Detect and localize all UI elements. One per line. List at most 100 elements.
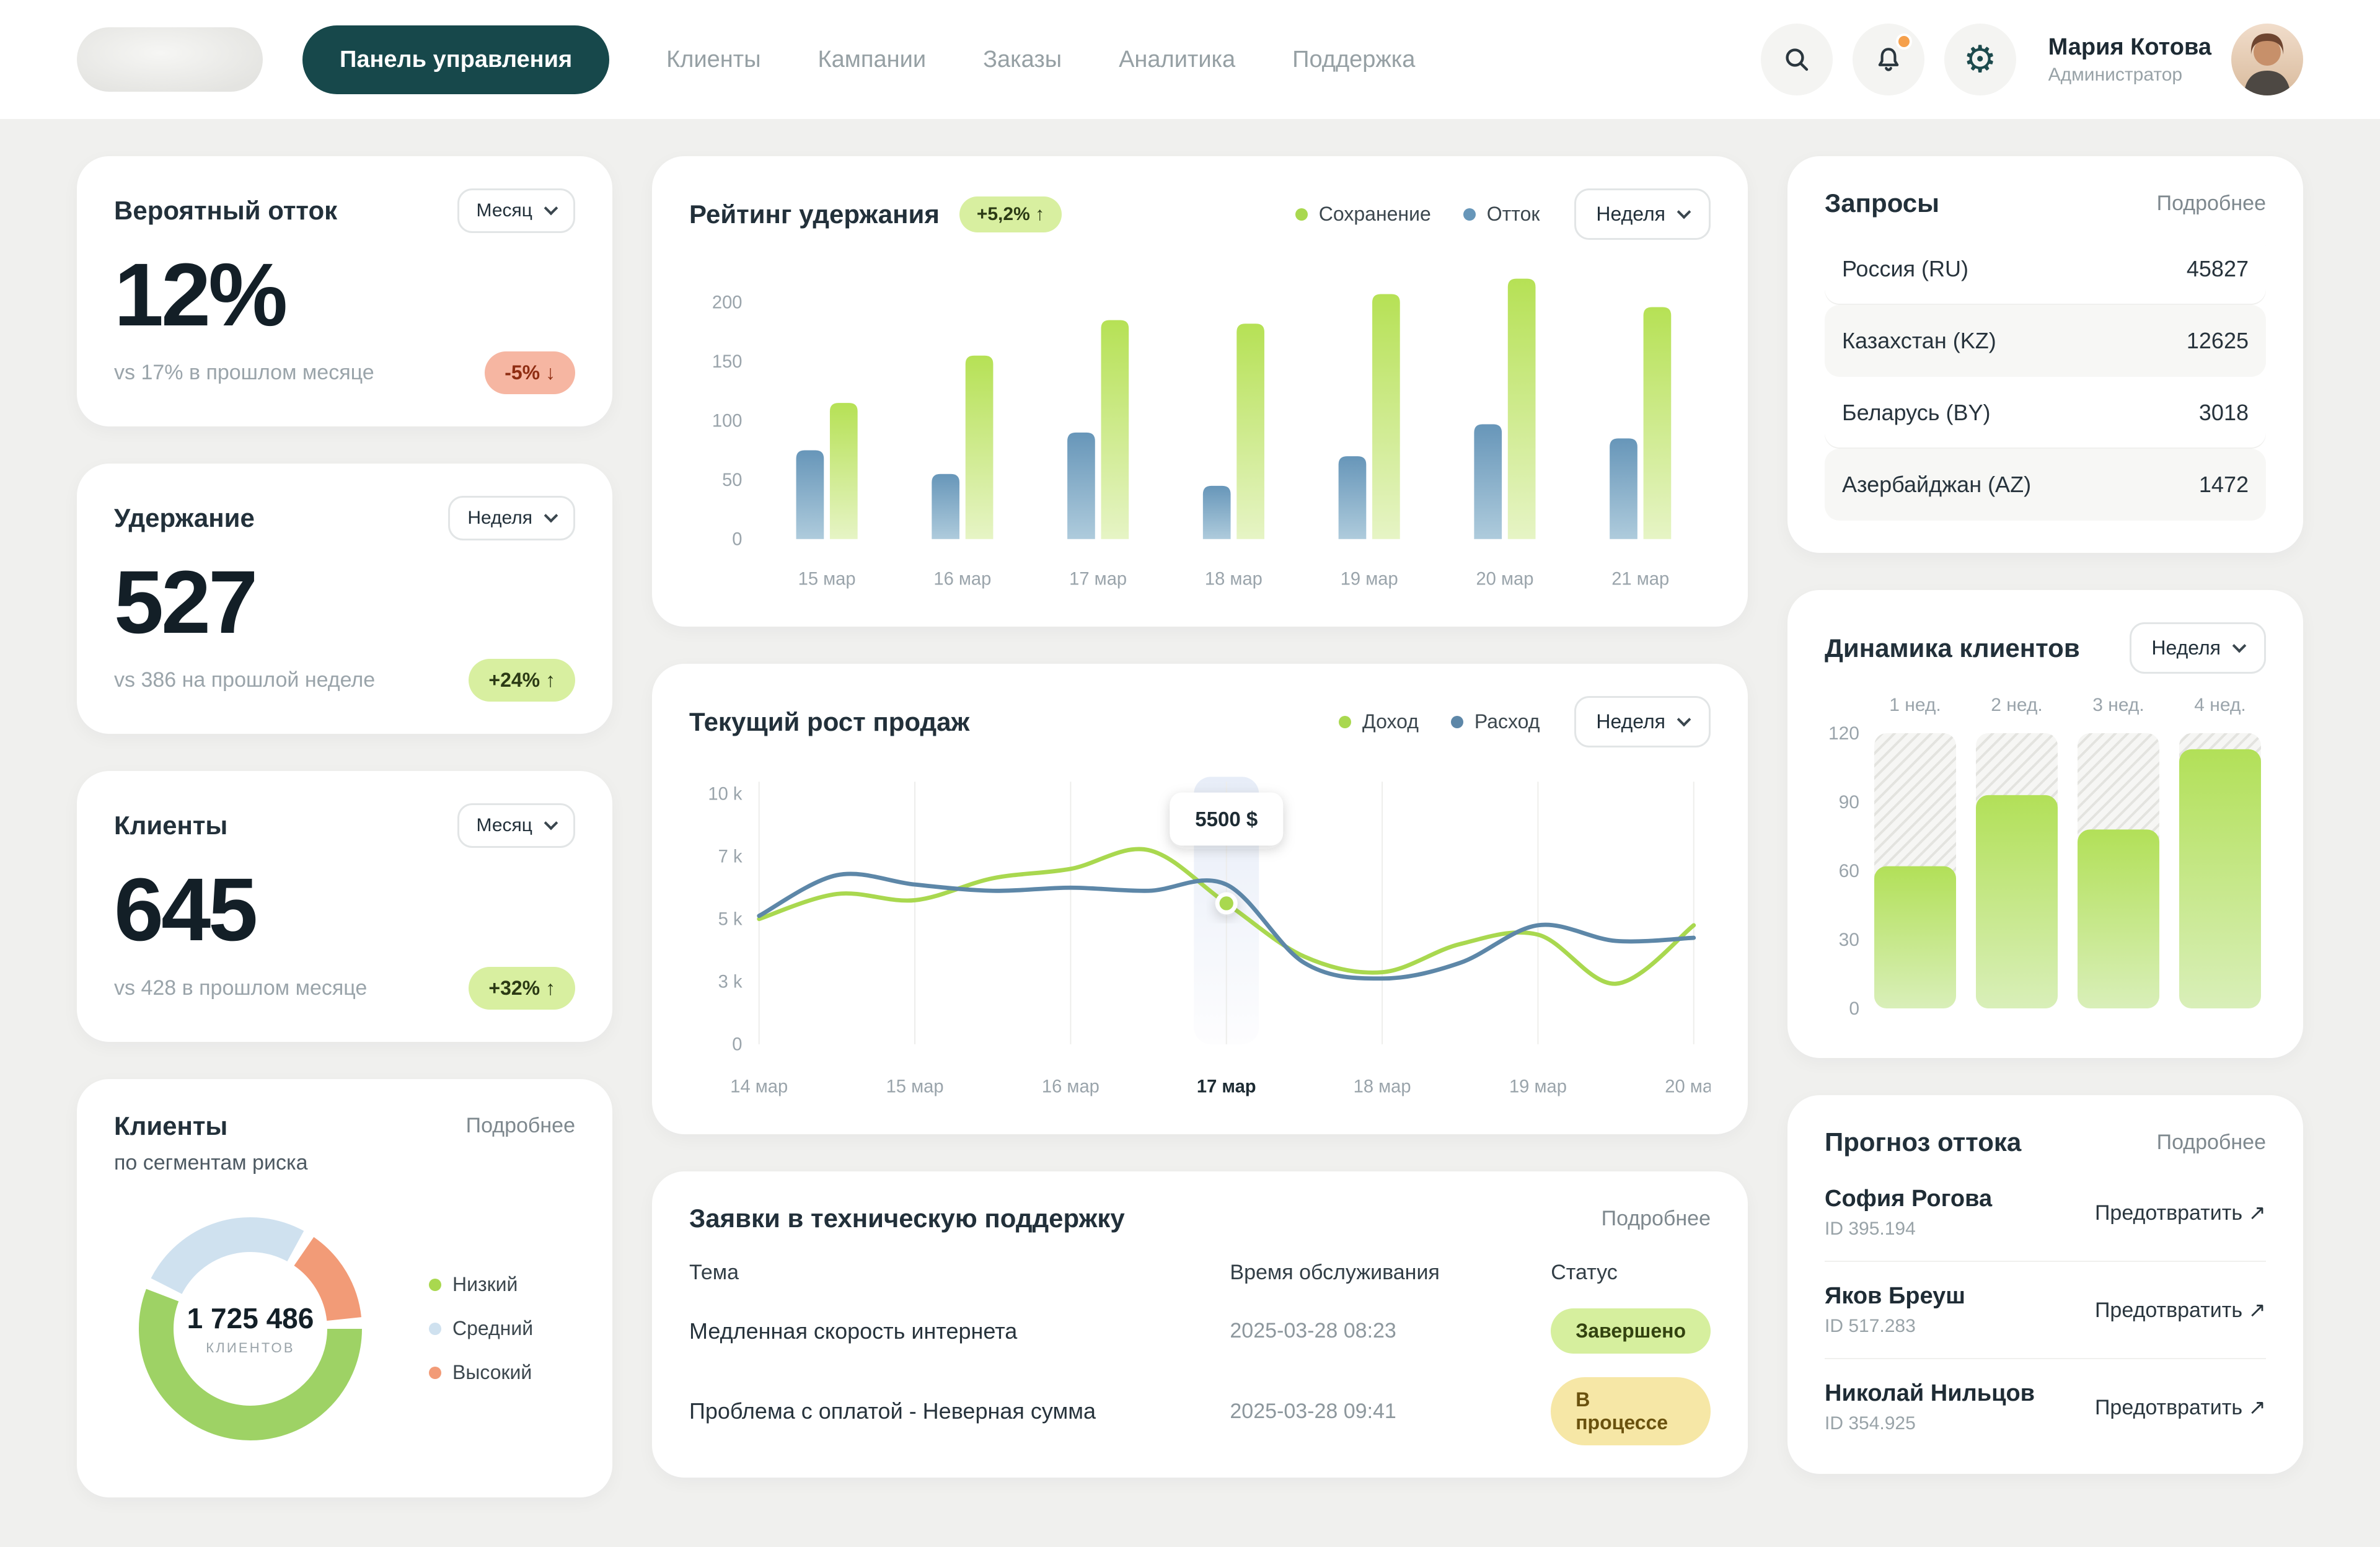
period-select[interactable]: Неделя <box>448 496 575 540</box>
svg-text:15 мар: 15 мар <box>798 570 856 589</box>
header-actions: ⚙ Мария Котова Администратор <box>1761 24 2303 95</box>
country-label: Азербайджан (AZ) <box>1842 472 2031 498</box>
period-select[interactable]: Неделя <box>1574 696 1711 747</box>
period-select[interactable]: Неделя <box>1574 188 1711 240</box>
client-id: ID 517.283 <box>1825 1316 1965 1337</box>
center-column: Рейтинг удержания +5,2% ↑ Сохранение Отт… <box>652 156 1748 1478</box>
more-link[interactable]: Подробнее <box>2157 1130 2266 1155</box>
column-header-time: Время обслуживания <box>1230 1261 1551 1285</box>
svg-text:50: 50 <box>722 470 742 490</box>
legend-label: Низкий <box>452 1273 518 1296</box>
svg-text:21 мар: 21 мар <box>1611 570 1669 589</box>
card-subtitle: по сегментам риска <box>114 1151 575 1175</box>
client-dynamics-card: Динамика клиентов Неделя 03060901201 нед… <box>1787 590 2303 1058</box>
period-select[interactable]: Месяц <box>457 188 575 233</box>
client-name: Яков Бреуш <box>1825 1283 1965 1310</box>
nav-support[interactable]: Поддержка <box>1292 46 1415 73</box>
svg-text:18 мар: 18 мар <box>1354 1077 1411 1097</box>
legend-item-low: Низкий <box>429 1273 533 1296</box>
country-label: Беларусь (BY) <box>1842 400 1990 426</box>
legend-item-expense: Расход <box>1451 710 1540 733</box>
legend-dot-blue <box>1451 716 1463 728</box>
prevent-link[interactable]: Предотвратить ↗ <box>2095 1298 2266 1323</box>
nav-dashboard[interactable]: Панель управления <box>302 25 609 94</box>
request-row: Россия (RU) 45827 <box>1825 233 2266 305</box>
kpi-title: Удержание <box>114 503 255 533</box>
search-button[interactable] <box>1761 24 1833 95</box>
prevent-link[interactable]: Предотвратить ↗ <box>2095 1201 2266 1225</box>
more-link[interactable]: Подробнее <box>1602 1207 1711 1231</box>
tickets-table: Тема Время обслуживания Статус Медленная… <box>689 1261 1711 1445</box>
avatar[interactable] <box>2231 24 2303 95</box>
kpi-title: Вероятный отток <box>114 196 337 226</box>
nav-orders[interactable]: Заказы <box>983 46 1062 73</box>
svg-text:3 k: 3 k <box>718 972 743 992</box>
card-title: Прогноз оттока <box>1825 1127 2021 1157</box>
main-nav: Панель управления Клиенты Кампании Заказ… <box>302 25 1415 94</box>
svg-text:150: 150 <box>712 352 743 372</box>
header: Панель управления Клиенты Кампании Заказ… <box>0 0 2380 119</box>
period-value: Неделя <box>1596 710 1665 733</box>
user-menu[interactable]: Мария Котова Администратор <box>2048 24 2303 95</box>
request-row: Азербайджан (AZ) 1472 <box>1825 449 2266 521</box>
period-select[interactable]: Неделя <box>2130 622 2266 674</box>
ticket-time: 2025-03-28 08:23 <box>1230 1319 1551 1343</box>
forecast-row: Яков Бреуш ID 517.283 Предотвратить ↗ <box>1825 1262 2266 1359</box>
kpi-card-retention: Удержание Неделя 527 vs 386 на прошлой н… <box>77 464 612 734</box>
sales-line-chart: 03 k5 k7 k10 k14 мар15 мар16 мар17 мар18… <box>689 765 1711 1102</box>
client-id: ID 395.194 <box>1825 1219 1992 1240</box>
period-value: Неделя <box>1596 203 1665 226</box>
prevent-link[interactable]: Предотвратить ↗ <box>2095 1395 2266 1420</box>
country-label: Казахстан (KZ) <box>1842 328 1996 354</box>
risk-donut-chart: 1 725 486 КЛИЕНТОВ <box>114 1192 387 1465</box>
forecast-list: София Рогова ID 395.194 Предотвратить ↗ … <box>1825 1165 2266 1442</box>
kpi-badge: +24% ↑ <box>469 659 575 702</box>
bell-icon <box>1873 44 1904 75</box>
kpi-value: 12% <box>114 248 575 342</box>
client-info: Яков Бреуш ID 517.283 <box>1825 1283 1965 1337</box>
country-label: Россия (RU) <box>1842 256 1968 282</box>
legend-dot-green <box>1339 716 1351 728</box>
requests-card: Запросы Подробнее Россия (RU) 45827 Каза… <box>1787 156 2303 553</box>
more-link[interactable]: Подробнее <box>2157 192 2266 216</box>
risk-legend: Низкий Средний Высокий <box>429 1273 533 1384</box>
chevron-down-icon <box>544 509 558 523</box>
nav-analytics[interactable]: Аналитика <box>1119 46 1235 73</box>
nav-campaigns[interactable]: Кампании <box>818 46 927 73</box>
period-value: Неделя <box>467 508 532 529</box>
card-title: Клиенты <box>114 1111 227 1141</box>
notification-dot <box>1896 33 1912 50</box>
card-title: Динамика клиентов <box>1825 633 2080 663</box>
svg-text:15 мар: 15 мар <box>886 1077 944 1097</box>
card-title: Заявки в техническую поддержку <box>689 1204 1125 1233</box>
avatar-image <box>2231 24 2303 95</box>
user-name: Мария Котова <box>2048 34 2211 61</box>
column-header-topic: Тема <box>689 1261 1230 1285</box>
nav-clients[interactable]: Клиенты <box>666 46 760 73</box>
chevron-down-icon <box>544 816 558 831</box>
request-row: Беларусь (BY) 3018 <box>1825 377 2266 449</box>
period-select[interactable]: Месяц <box>457 803 575 848</box>
notifications-button[interactable] <box>1853 24 1924 95</box>
chevron-down-icon <box>2232 638 2247 653</box>
svg-text:16 мар: 16 мар <box>933 570 991 589</box>
donut-chart <box>114 1192 387 1465</box>
svg-text:60: 60 <box>1839 861 1859 881</box>
request-count: 1472 <box>2199 472 2249 498</box>
churn-forecast-card: Прогноз оттока Подробнее София Рогова ID… <box>1787 1095 2303 1474</box>
svg-text:4 нед.: 4 нед. <box>2194 695 2246 715</box>
right-column: Запросы Подробнее Россия (RU) 45827 Каза… <box>1787 156 2303 1474</box>
settings-button[interactable]: ⚙ <box>1944 24 2016 95</box>
legend-dot-orange <box>429 1367 441 1379</box>
retention-rating-card: Рейтинг удержания +5,2% ↑ Сохранение Отт… <box>652 156 1748 627</box>
chart-legend: Доход Расход <box>1339 710 1540 733</box>
svg-text:5500 $: 5500 $ <box>1195 808 1258 831</box>
more-link[interactable]: Подробнее <box>466 1114 575 1138</box>
svg-text:7 k: 7 k <box>718 847 743 867</box>
ticket-topic: Проблема с оплатой - Неверная сумма <box>689 1398 1230 1424</box>
svg-text:0: 0 <box>1849 998 1859 1019</box>
request-row: Казахстан (KZ) 12625 <box>1825 305 2266 377</box>
trend-badge: +5,2% ↑ <box>959 196 1062 232</box>
column-header-status: Статус <box>1551 1261 1711 1285</box>
legend-item-save: Сохранение <box>1295 203 1431 226</box>
